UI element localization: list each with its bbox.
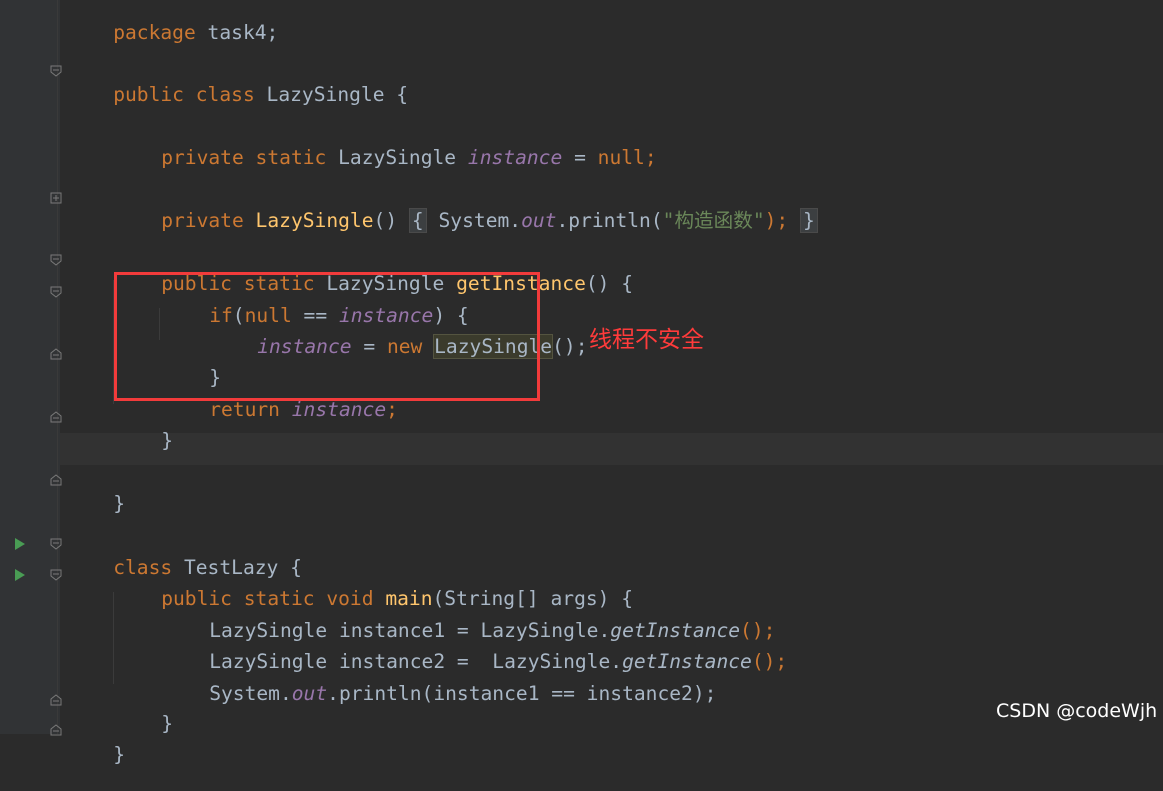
field: instance	[467, 146, 563, 169]
code-line-println: System.out.println(instance1 == instance…	[162, 658, 716, 705]
code-line-instance1: LazySingle instance1 = LazySingle.getIns…	[162, 595, 775, 642]
brace: }	[161, 712, 173, 735]
out-field: out	[291, 682, 328, 705]
code-line-main-decl: public static void main(String[] args) {	[114, 563, 633, 610]
code-line-package: package task4;	[66, 0, 278, 44]
keyword: private	[161, 209, 244, 232]
punct: );	[764, 209, 789, 232]
statement: .println(instance1 == instance2);	[327, 682, 716, 705]
code-line-class-decl: public class LazySingle {	[66, 59, 408, 106]
annotation-label: 线程不安全	[589, 327, 704, 353]
watermark: CSDN @codeWjh	[996, 700, 1158, 722]
println: .println(	[556, 209, 663, 232]
punct: ();	[751, 650, 788, 673]
brace: }	[161, 429, 173, 452]
string-literal: "构造函数"	[662, 209, 765, 232]
code-line-testlazy-decl: class TestLazy {	[66, 532, 302, 579]
field: instance	[279, 398, 387, 421]
punct: ;	[386, 398, 398, 421]
code-line-instance2: LazySingle instance2 = LazySingle.getIns…	[162, 626, 787, 673]
class-name: LazySingle {	[254, 83, 409, 106]
operator: =	[562, 146, 598, 169]
code-line-main-close: }	[114, 688, 173, 735]
keyword: public class	[113, 83, 255, 106]
keyword: null;	[597, 146, 657, 169]
brace: }	[113, 743, 125, 766]
parens: ()	[373, 209, 398, 232]
code-line-method-decl: public static LazySingle getInstance() {	[114, 248, 633, 295]
keyword: return	[209, 398, 280, 421]
println-call: .println(instance1 == instance2);	[327, 682, 717, 705]
code-line-constructor: private LazySingle() { System.out.printl…	[114, 185, 818, 233]
code-line-testlazy-close: }	[66, 719, 125, 766]
folded-brace[interactable]: {	[408, 208, 427, 233]
punct: () {	[585, 272, 634, 295]
code-line-class-close: }	[66, 468, 125, 515]
system: System.	[209, 682, 292, 705]
annotation-box	[114, 272, 540, 401]
out-field: out	[521, 209, 557, 232]
keyword: private static	[161, 146, 327, 169]
punct: ();	[552, 335, 588, 358]
system: System.	[426, 209, 522, 232]
code-line-method-close: }	[114, 405, 173, 452]
package-name: task4;	[195, 21, 279, 44]
constructor-name: LazySingle	[243, 209, 374, 232]
type: LazySingle	[326, 146, 468, 169]
keyword: package	[113, 21, 196, 44]
code-line-field: private static LazySingle instance = nul…	[114, 122, 656, 169]
folded-brace[interactable]: }	[800, 208, 818, 233]
brace: }	[113, 492, 125, 515]
